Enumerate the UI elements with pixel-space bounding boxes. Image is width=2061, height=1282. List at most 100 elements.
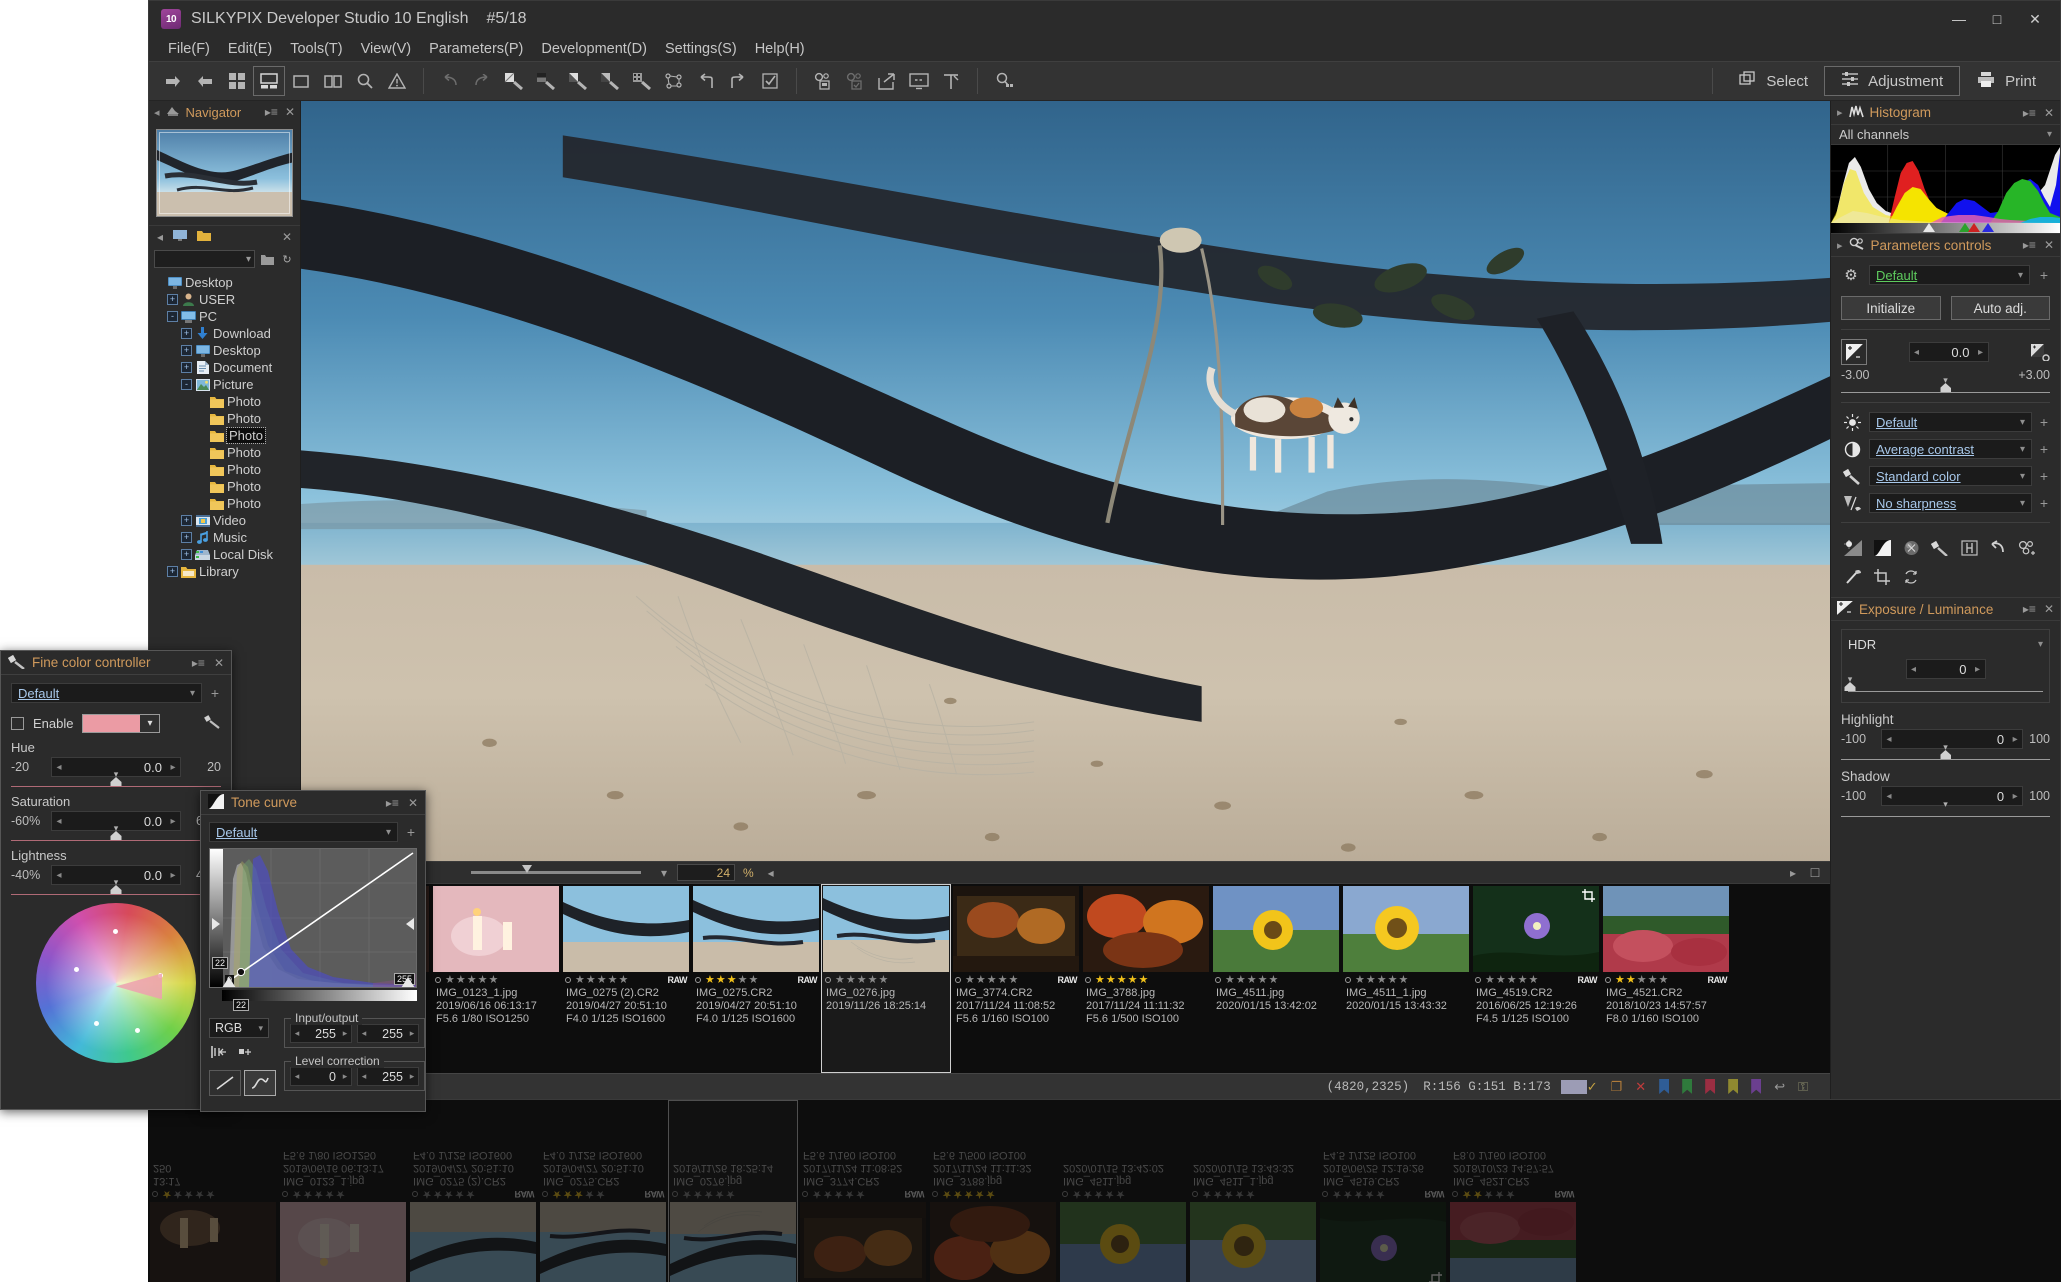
panel-menu-icon[interactable]: ▸≡ xyxy=(265,105,278,119)
tree-item-user[interactable]: + USER xyxy=(153,291,300,308)
menu-help[interactable]: Help(H) xyxy=(746,39,814,59)
panel-menu-icon[interactable]: ▸≡ xyxy=(386,796,399,810)
develop-settings-icon[interactable] xyxy=(839,66,871,96)
filmstrip-thumbnail[interactable]: ★ ★ ★ ★ ★ IMG_4511.jpg 2020/01/15 13:42:02 xyxy=(1211,884,1341,1073)
rating-row[interactable]: ★ ★ ★ ★ ★ RAW xyxy=(1473,972,1599,987)
tone-curve-icon[interactable] xyxy=(1872,538,1892,558)
increment-icon[interactable]: ▸ xyxy=(166,762,180,773)
check-mark-icon[interactable]: ✓ xyxy=(1587,1079,1598,1095)
decrement-icon[interactable]: ◂ xyxy=(291,1028,303,1039)
tone-curve-output-field[interactable]: ◂ 255 ▸ xyxy=(357,1024,419,1043)
add-point-icon[interactable] xyxy=(237,1045,253,1063)
expand-node-icon[interactable]: + xyxy=(181,532,192,543)
plus-icon[interactable]: + xyxy=(2038,468,2050,484)
single-view-icon[interactable] xyxy=(285,66,317,96)
rating-star[interactable]: ★ xyxy=(1615,974,1625,986)
tone-curve-input-field[interactable]: ◂ 255 ▸ xyxy=(290,1024,352,1043)
collapse-left-icon[interactable]: ◂ xyxy=(154,106,160,119)
plus-icon[interactable]: + xyxy=(2038,495,2050,511)
expand-right-icon[interactable]: ▸ xyxy=(1837,106,1843,119)
effects-icon[interactable] xyxy=(2017,538,2037,558)
increment-icon[interactable]: ▸ xyxy=(166,816,180,827)
rating-star[interactable]: ★ xyxy=(835,974,845,986)
zoom-slider[interactable] xyxy=(471,865,641,874)
zoom-slider-handle[interactable] xyxy=(522,865,532,873)
tone-curve-graph[interactable]: 22 255 0 xyxy=(209,848,417,988)
rating-row[interactable]: ★★★★★ xyxy=(1343,972,1469,987)
tree-item-music[interactable]: + Music xyxy=(153,529,300,546)
linear-curve-icon[interactable] xyxy=(209,1070,241,1096)
rotate-left-icon[interactable] xyxy=(690,66,722,96)
panel-menu-icon[interactable]: ▸≡ xyxy=(192,656,205,670)
redo-icon[interactable] xyxy=(466,66,498,96)
expand-node-icon[interactable]: + xyxy=(181,362,192,373)
white-balance-picker-icon[interactable] xyxy=(498,66,530,96)
rating-star[interactable]: ★ xyxy=(1128,974,1138,986)
decrement-icon[interactable]: ◂ xyxy=(1910,347,1924,358)
shadow-slider[interactable]: ▾ xyxy=(1841,799,2050,817)
highlight-field[interactable]: ◂ 0 ▸ xyxy=(1881,729,2024,749)
refresh-icon[interactable]: ↻ xyxy=(279,251,295,267)
search-images-icon[interactable] xyxy=(988,66,1020,96)
chevron-down-icon[interactable]: ▾ xyxy=(655,864,673,881)
initialize-button[interactable]: Initialize xyxy=(1841,296,1941,320)
rating-star[interactable]: ★ xyxy=(965,974,975,986)
close-icon[interactable]: ✕ xyxy=(2044,106,2054,120)
rating-star[interactable]: ★ xyxy=(705,974,715,986)
color-wheel-indicator[interactable] xyxy=(116,973,162,1000)
rating-star[interactable]: ★ xyxy=(1659,974,1669,986)
color-wheel[interactable] xyxy=(36,903,196,1063)
exposure-bias-field[interactable]: ◂ 0.0 ▸ xyxy=(1908,342,1989,362)
crop-icon[interactable] xyxy=(1872,567,1892,587)
folder-path-combo[interactable]: ▾ xyxy=(154,250,255,268)
rating-star[interactable]: ★ xyxy=(857,974,867,986)
flag-red-icon[interactable] xyxy=(1705,1079,1716,1094)
hue-slider[interactable]: ▾ xyxy=(11,769,221,787)
spot-tool-icon[interactable] xyxy=(658,66,690,96)
output-low-handle[interactable] xyxy=(212,918,220,930)
rotate-right-icon[interactable] xyxy=(722,66,754,96)
decrement-icon[interactable]: ◂ xyxy=(1882,791,1896,802)
shadow-field[interactable]: ◂ 0 ▸ xyxy=(1881,786,2024,806)
decrement-icon[interactable]: ◂ xyxy=(52,816,66,827)
filmstrip-thumbnail[interactable]: ★ ★ ★ ★ ★ IMG_3788.jpg 2017/11/24 11:11:32 F5.6… xyxy=(1081,884,1211,1073)
increment-icon[interactable]: ▸ xyxy=(166,870,180,881)
tree-item-photo[interactable]: Photo xyxy=(153,427,300,444)
fit-window-icon[interactable]: ☐ xyxy=(1806,864,1824,881)
highlight-slider-handle[interactable] xyxy=(1940,750,1951,759)
rating-star[interactable]: ★ xyxy=(727,974,737,986)
rating-row[interactable]: ★ ★ ★ ★ ★ RAW xyxy=(693,972,819,987)
filmstrip-thumbnail[interactable]: ★ ★ ★ ★ ★ RAW IMG_3774.CR2 2017/11/24 11:08:52 F… xyxy=(951,884,1081,1073)
decrement-icon[interactable]: ◂ xyxy=(52,870,66,881)
enable-checkbox[interactable] xyxy=(11,716,24,730)
output-high-handle[interactable] xyxy=(406,918,414,930)
measure-icon[interactable] xyxy=(935,66,967,96)
rating-star[interactable]: ★ xyxy=(1399,974,1409,986)
rating-star[interactable]: ★ xyxy=(998,974,1008,986)
expand-node-icon[interactable]: + xyxy=(181,515,192,526)
decrement-icon[interactable]: ◂ xyxy=(291,1071,303,1082)
gray-balance-picker-icon[interactable] xyxy=(530,66,562,96)
flag-blue-icon[interactable] xyxy=(1659,1079,1670,1094)
rating-star[interactable]: ★ xyxy=(987,974,997,986)
expand-node-icon[interactable]: + xyxy=(181,549,192,560)
tree-item-local-disk[interactable]: + Local Disk xyxy=(153,546,300,563)
saturation-slider-handle[interactable] xyxy=(110,831,122,840)
print-mode-button[interactable]: Print xyxy=(1960,66,2052,96)
expand-node-icon[interactable]: + xyxy=(181,345,192,356)
filmstrip-thumbnail[interactable]: ★ ★ ★ ★ ★ RAW IMG_4521.CR2 2018/10/23 14:57:57 F… xyxy=(1601,884,1731,1073)
spline-curve-icon[interactable] xyxy=(244,1070,276,1096)
close-icon[interactable]: ✕ xyxy=(214,656,224,670)
rating-star[interactable]: ★ xyxy=(846,974,856,986)
rating-star[interactable]: ★ xyxy=(1009,974,1019,986)
tree-item-pc[interactable]: - PC xyxy=(153,308,300,325)
lightness-slider[interactable]: ▾ xyxy=(11,877,221,895)
menu-file[interactable]: File(F) xyxy=(159,39,219,59)
exposure-slider[interactable]: ▾ xyxy=(1841,375,2050,393)
rating-star[interactable]: ★ xyxy=(575,974,585,986)
flag-purple-icon[interactable] xyxy=(1751,1079,1762,1094)
collapse-node-icon[interactable]: - xyxy=(181,379,192,390)
increment-icon[interactable]: ▸ xyxy=(406,1028,418,1039)
decrement-icon[interactable]: ◂ xyxy=(358,1028,370,1039)
rating-star[interactable]: ★ xyxy=(1496,974,1506,986)
